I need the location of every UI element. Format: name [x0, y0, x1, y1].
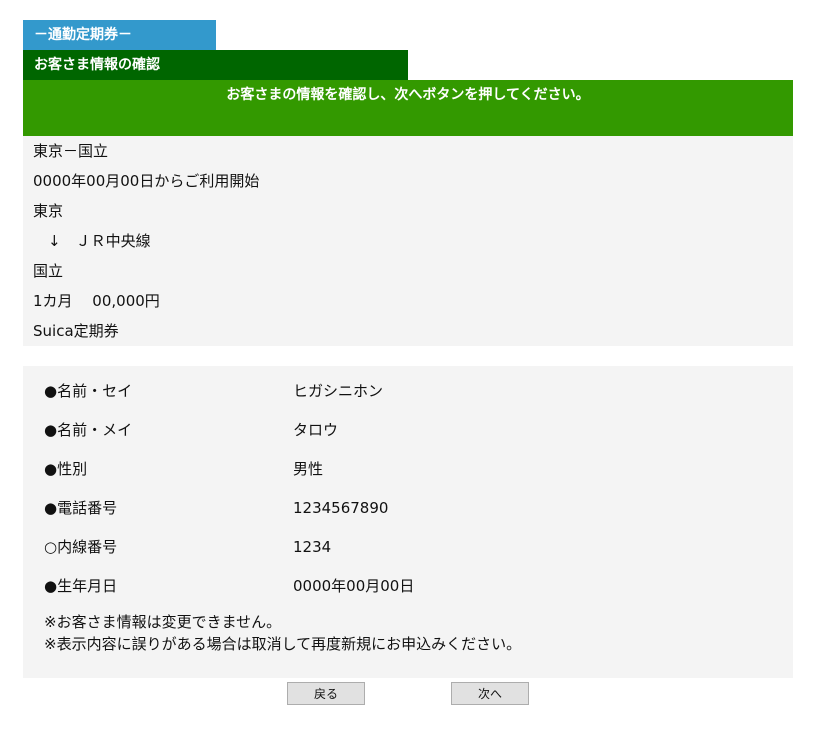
field-value: 1234567890: [293, 499, 389, 517]
button-bar: 戻る 次へ: [0, 682, 816, 706]
instruction-banner: お客さまの情報を確認し、次へボタンを押してください。: [23, 80, 793, 136]
field-value: 男性: [293, 460, 324, 478]
route-line: 1カ月 00,000円: [33, 292, 160, 310]
next-button[interactable]: 次へ: [451, 682, 529, 705]
field-value: 0000年00月00日: [293, 577, 415, 595]
route-line: 東京－国立: [33, 142, 109, 160]
route-line: Suica定期券: [33, 322, 119, 340]
info-row-sei: ●名前・セイ ヒガシニホン: [23, 373, 793, 412]
section-title: お客さま情報の確認: [23, 50, 408, 80]
field-label: ●名前・セイ: [44, 382, 133, 400]
customer-info: ●名前・セイ ヒガシニホン ●名前・メイ タロウ ●性別 男性 ●電話番号 12…: [23, 366, 793, 678]
route-line: ↓ ＪＲ中央線: [33, 232, 151, 250]
info-row-gender: ●性別 男性: [23, 451, 793, 490]
confirmation-page: －通勤定期券－ お客さま情報の確認 お客さまの情報を確認し、次へボタンを押してく…: [23, 20, 793, 678]
notes: ※お客さま情報は変更できません。 ※表示内容に誤りがある場合は取消して再度新規に…: [23, 607, 793, 655]
field-label: ●電話番号: [44, 499, 118, 517]
back-button[interactable]: 戻る: [287, 682, 365, 705]
info-row-phone: ●電話番号 1234567890: [23, 490, 793, 529]
route-line: 0000年00月00日からご利用開始: [33, 172, 260, 190]
route-line: 東京: [33, 202, 64, 220]
info-row-birthdate: ●生年月日 0000年00月00日: [23, 568, 793, 607]
info-row-mei: ●名前・メイ タロウ: [23, 412, 793, 451]
field-label: ●生年月日: [44, 577, 118, 595]
note-line: ※表示内容に誤りがある場合は取消して再度新規にお申込みください。: [44, 635, 522, 653]
field-value: タロウ: [293, 421, 339, 439]
field-label: ●性別: [44, 460, 88, 478]
field-value: 1234: [293, 538, 332, 556]
route-summary: 東京－国立 0000年00月00日からご利用開始 東京 ↓ ＪＲ中央線 国立 1…: [23, 136, 793, 346]
note-line: ※お客さま情報は変更できません。: [44, 613, 282, 631]
field-value: ヒガシニホン: [293, 382, 384, 400]
field-label: ●名前・メイ: [44, 421, 133, 439]
info-row-extension: ○内線番号 1234: [23, 529, 793, 568]
field-label: ○内線番号: [44, 538, 118, 556]
section-tag: －通勤定期券－: [23, 20, 216, 50]
route-line: 国立: [33, 262, 64, 280]
